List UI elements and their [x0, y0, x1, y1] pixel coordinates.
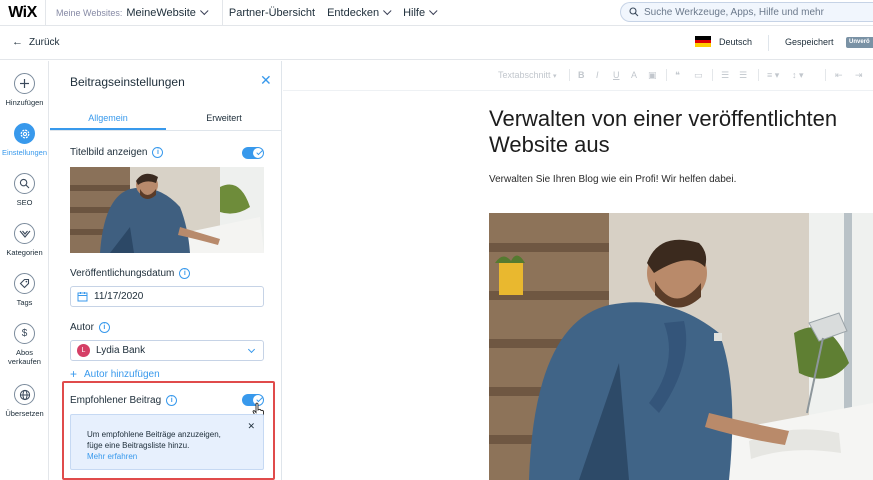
indent-decrease-icon[interactable]: ⇤ [835, 70, 843, 81]
post-subtitle[interactable]: Verwalten Sie Ihren Blog wie ein Profi! … [489, 174, 736, 185]
paragraph-style-dropdown[interactable]: Textabschnitt ▾ [498, 70, 557, 80]
calendar-icon [77, 292, 88, 302]
site-selector[interactable]: Meine Websites: MeineWebsite [46, 0, 223, 26]
text-color-icon[interactable]: A [631, 70, 637, 80]
add-author-button[interactable]: + Autor hinzufügen [70, 367, 160, 381]
wix-logo[interactable]: WiX [0, 0, 46, 26]
dollar-icon: $ [14, 323, 35, 344]
search-icon [14, 173, 35, 194]
text-toolbar: Textabschnitt ▾ B I U A ▣ ❝ ▭ ☰ ☰ ≡ ▾ ↕ … [283, 61, 873, 91]
author-dropdown[interactable]: L Lydia Bank [70, 340, 264, 361]
nav-help[interactable]: Hilfe [397, 0, 443, 26]
nav-partner-overview[interactable]: Partner-Übersicht [223, 0, 321, 26]
plus-icon: + [70, 367, 78, 381]
chevron-down-icon [429, 6, 438, 15]
align-icon[interactable]: ≡ ▾ [767, 70, 779, 81]
rail-item-seo[interactable]: SEO [0, 173, 49, 207]
publish-date-label: Veröffentlichungsdatum i [70, 268, 191, 279]
rail-item-add[interactable]: Hinzufügen [0, 73, 49, 107]
bold-icon[interactable]: B [578, 70, 585, 80]
categories-icon [14, 223, 35, 244]
arrow-left-icon: ← [12, 36, 23, 48]
saved-status: Gespeichert [785, 37, 834, 47]
search-input[interactable]: Suche Werkzeuge, Apps, Hilfe und mehr [620, 2, 873, 22]
language-selector[interactable]: Deutsch [695, 36, 753, 48]
rail-item-sell-subscriptions[interactable]: $ Abos verkaufen [0, 323, 49, 366]
divider [569, 69, 570, 81]
italic-icon[interactable]: I [596, 70, 599, 80]
german-flag-icon [695, 36, 711, 48]
search-icon [629, 7, 639, 17]
chevron-down-icon [247, 345, 256, 354]
unpublished-badge: Unverö [846, 37, 873, 48]
divider [712, 69, 713, 81]
info-icon[interactable]: i [152, 147, 164, 158]
tab-general[interactable]: Allgemein [50, 105, 166, 130]
info-icon[interactable]: i [179, 268, 191, 279]
cover-image-label: Titelbild anzeigen i [70, 147, 164, 158]
back-button[interactable]: ← Zurück [12, 36, 60, 48]
rail-item-translate[interactable]: Übersetzen [0, 384, 49, 418]
hero-photo [489, 213, 873, 480]
top-bar: WiX Meine Websites: MeineWebsite Partner… [0, 0, 873, 26]
indent-increase-icon[interactable]: ⇥ [855, 70, 863, 81]
language-label: Deutsch [719, 36, 753, 47]
globe-icon [14, 384, 35, 405]
cover-image-toggle[interactable] [242, 147, 264, 159]
highlight-icon[interactable]: ▣ [648, 70, 657, 81]
highlight-frame [62, 381, 275, 480]
plus-icon [14, 73, 35, 94]
tab-advanced[interactable]: Erweitert [166, 105, 282, 130]
post-hero-image[interactable] [489, 213, 873, 480]
cover-image-thumbnail[interactable] [70, 167, 264, 253]
tag-icon [14, 273, 35, 294]
post-editor: Textabschnitt ▾ B I U A ▣ ❝ ▭ ☰ ☰ ≡ ▾ ↕ … [283, 61, 873, 480]
divider [825, 69, 826, 81]
chevron-down-icon [383, 6, 392, 15]
editor-subbar: ← Zurück Deutsch Gespeichert Unverö [0, 26, 873, 60]
cover-photo [70, 167, 264, 253]
divider [768, 35, 769, 51]
checkmark-icon [256, 148, 263, 156]
avatar: L [77, 344, 90, 357]
rail-item-categories[interactable]: Kategorien [0, 223, 49, 257]
rail-item-settings[interactable]: Einstellungen [0, 123, 49, 157]
chevron-down-icon [199, 6, 209, 15]
site-prefix: Meine Websites: [56, 7, 123, 18]
left-rail: Hinzufügen Einstellungen SEO Kategorien … [0, 61, 49, 480]
gear-icon [14, 123, 35, 144]
line-spacing-icon[interactable]: ↕ ▾ [792, 70, 804, 81]
rail-item-tags[interactable]: Tags [0, 273, 49, 307]
back-label: Zurück [29, 36, 60, 48]
close-icon[interactable]: ✕ [260, 73, 272, 87]
divider [666, 69, 667, 81]
info-icon[interactable]: i [98, 322, 110, 333]
site-name: MeineWebsite [126, 6, 196, 19]
search-placeholder: Suche Werkzeuge, Apps, Hilfe und mehr [644, 6, 824, 18]
divider [758, 69, 759, 81]
bullet-list-icon[interactable]: ☰ [739, 70, 747, 81]
nav-discover[interactable]: Entdecken [321, 0, 397, 26]
publish-date-input[interactable]: 11/17/2020 [70, 286, 264, 307]
underline-icon[interactable]: U [613, 70, 620, 80]
publish-date-value: 11/17/2020 [94, 291, 144, 302]
panel-title: Beitragseinstellungen [70, 75, 185, 89]
panel-tabs: Allgemein Erweitert [50, 105, 282, 131]
author-label: Autor i [70, 322, 110, 333]
author-name: Lydia Bank [96, 345, 146, 356]
numbered-list-icon[interactable]: ☰ [721, 70, 729, 81]
code-block-icon[interactable]: ▭ [694, 70, 703, 81]
post-title[interactable]: Verwalten von einer veröffentlichten Web… [489, 106, 873, 158]
chevron-down-icon: ▾ [553, 73, 557, 80]
quote-icon[interactable]: ❝ [675, 70, 680, 81]
